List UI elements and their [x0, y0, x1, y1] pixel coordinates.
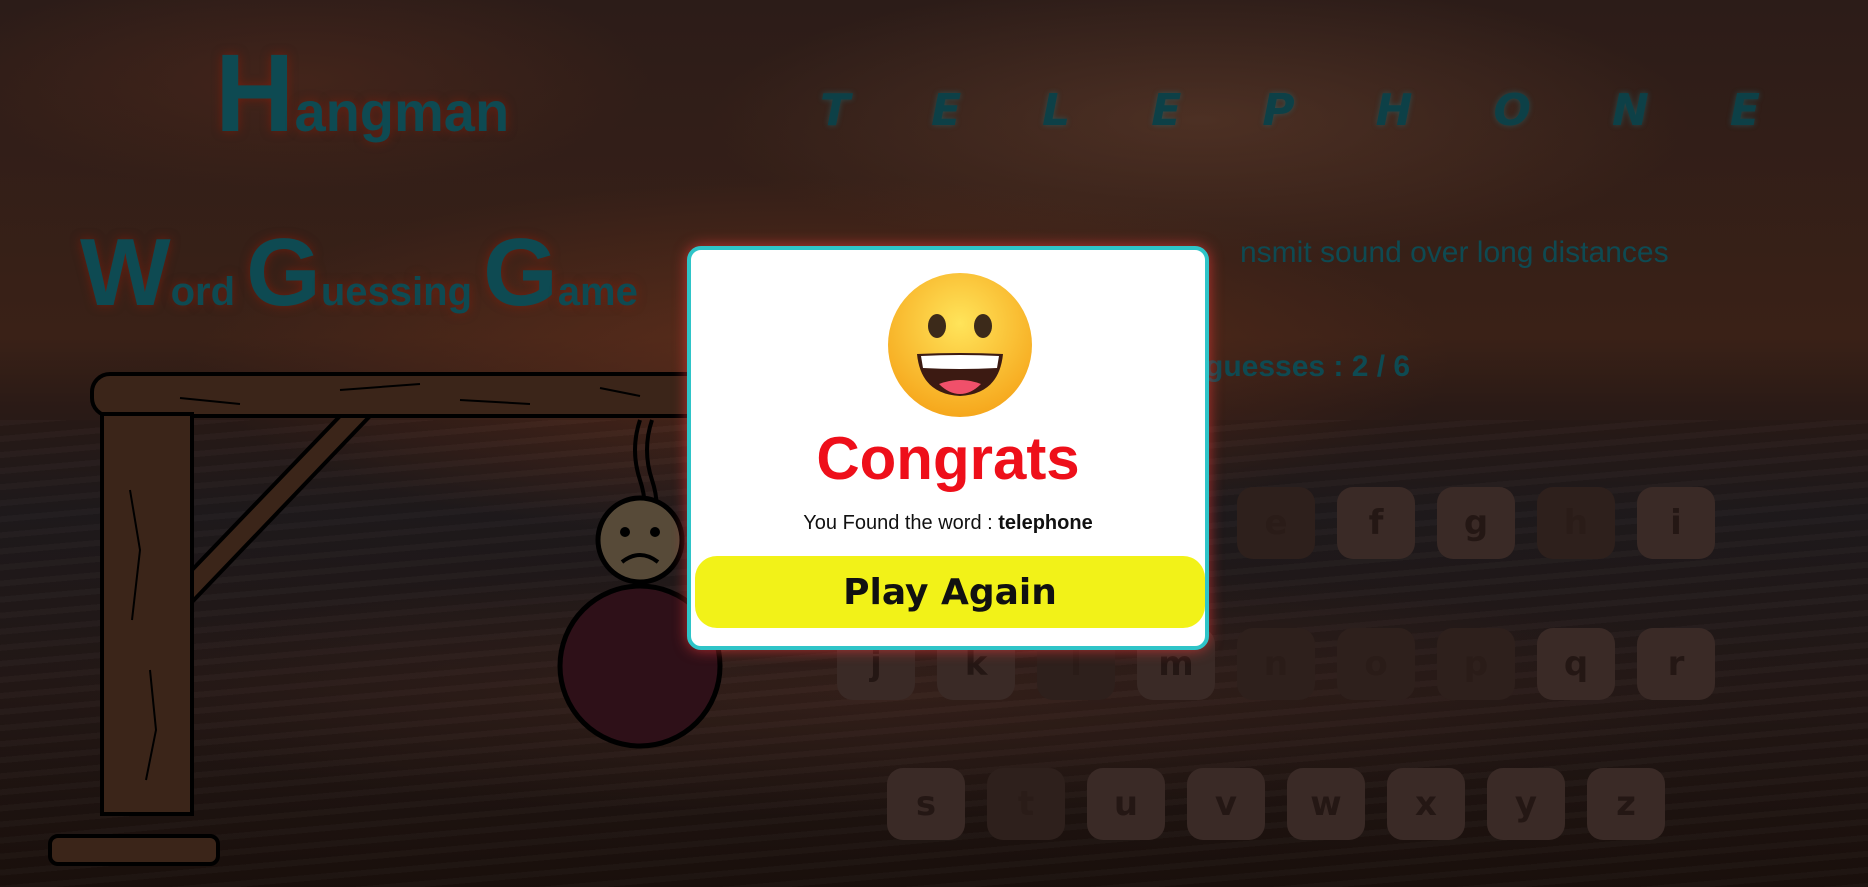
play-again-button[interactable]: Play Again — [695, 556, 1205, 628]
found-word-message: You Found the word : telephone — [691, 512, 1205, 535]
found-word: telephone — [998, 512, 1093, 534]
win-modal: Congrats You Found the word : telephone … — [687, 246, 1209, 650]
grinning-face-icon — [888, 273, 1032, 417]
congrats-heading: Congrats — [816, 425, 1080, 492]
found-message-prefix: You Found the word : — [803, 512, 999, 534]
